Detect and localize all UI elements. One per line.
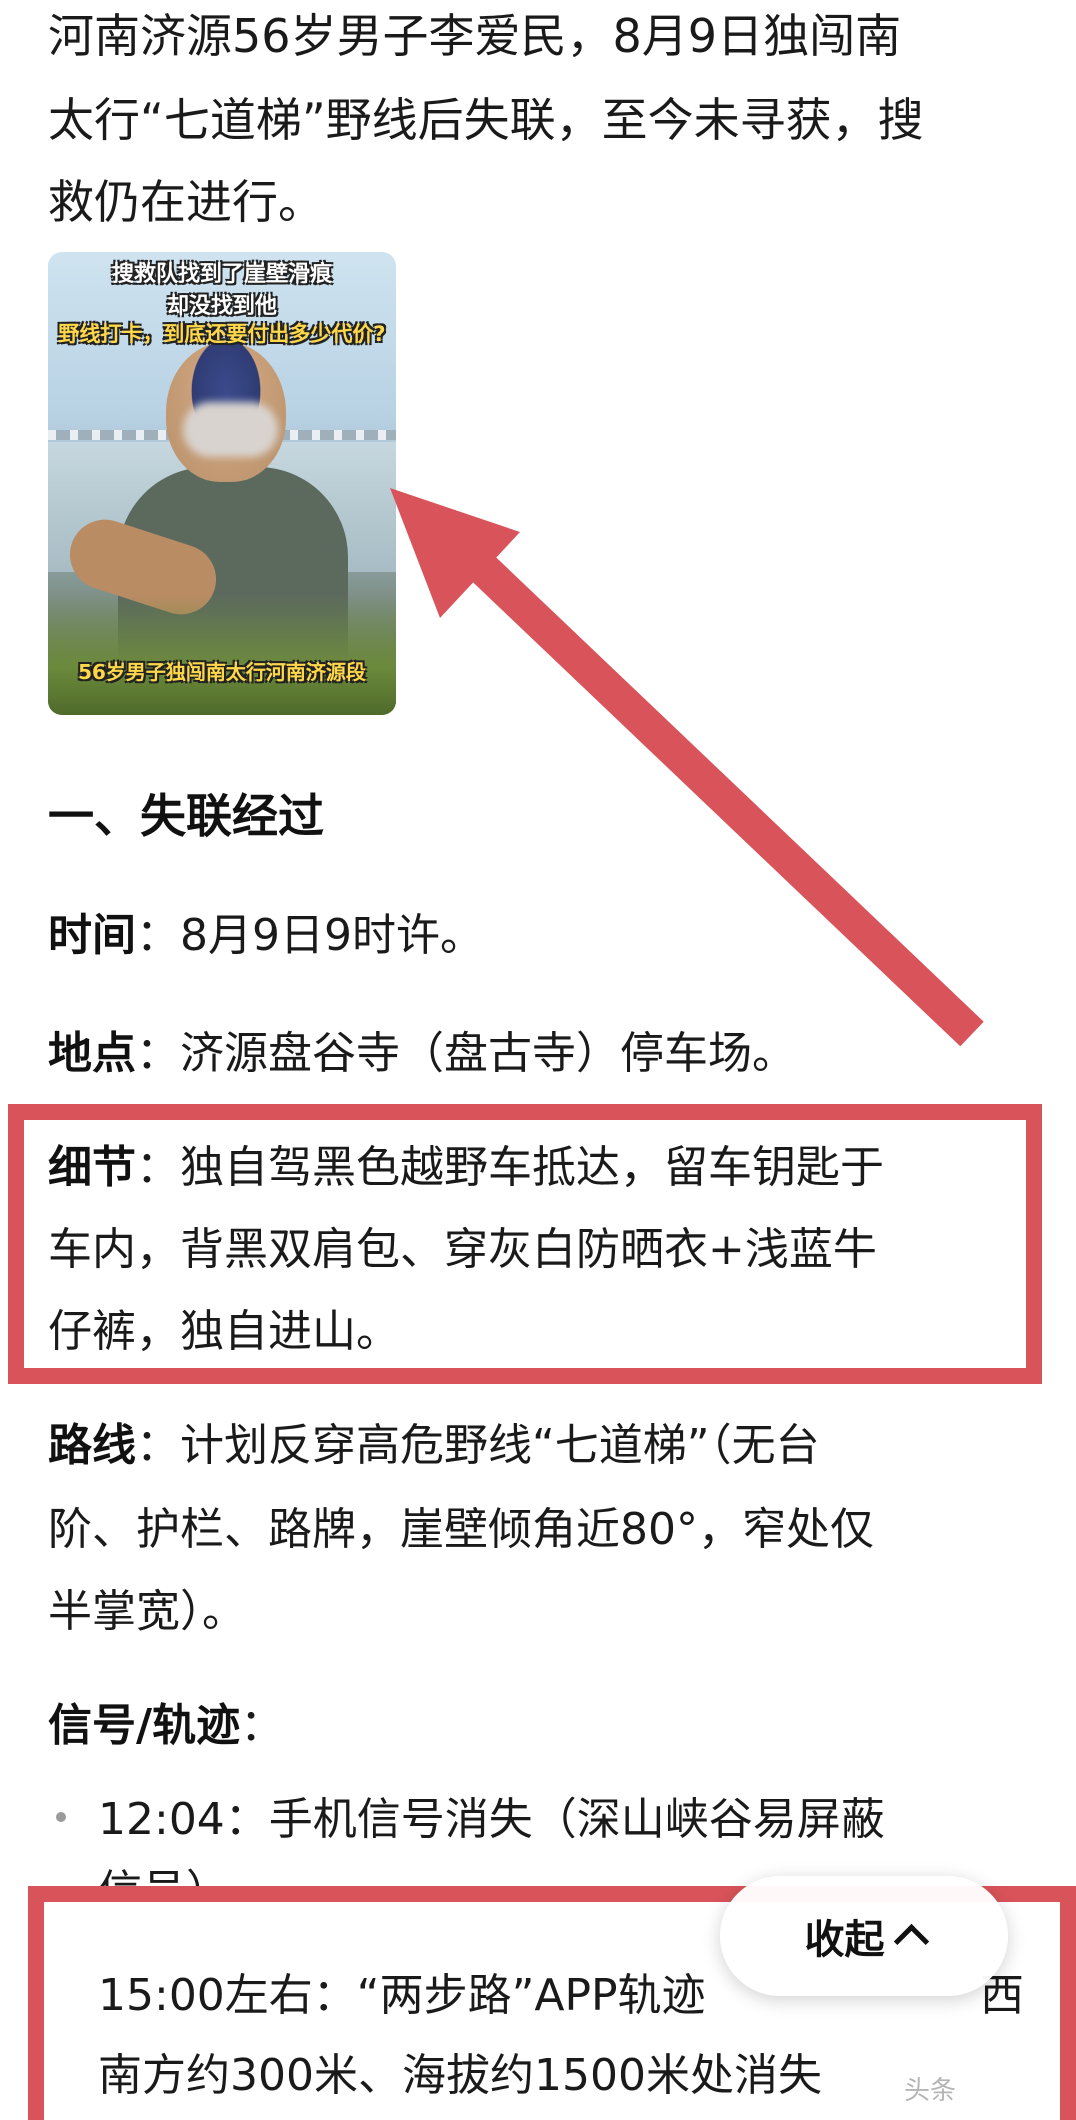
bullet1-line-1: 12:04：手机信号消失（深山峡谷易屏蔽 — [98, 1794, 885, 1845]
route-line-2: 阶、护栏、路牌，崖壁倾角近80°，窄处仅 — [48, 1504, 874, 1555]
photo-caption-3: 野线打卡，到底还要付出多少代价? — [58, 322, 386, 346]
photo-grass — [48, 595, 396, 715]
photo-face-blur — [183, 402, 278, 457]
place-label: 地点 — [48, 1028, 136, 1079]
time-row: 时间：8月9日9时许。 — [48, 906, 484, 966]
photo-caption-4: 56岁男子独闯南太行河南济源段 — [78, 660, 366, 684]
highlight-box-detail — [8, 1104, 1042, 1384]
place-value: ：济源盘谷寺（盘古寺）停车场。 — [136, 1028, 796, 1079]
route-line-3: 半掌宽）。 — [48, 1586, 246, 1637]
intro-line-2: 太行“七道梯”野线后失联，至今未寻获，搜 — [48, 93, 924, 147]
collapse-button[interactable]: 收起 — [720, 1876, 1008, 1996]
chevron-up-icon — [893, 1923, 929, 1959]
route-line-1: ：计划反穿高危野线“七道梯”（无台 — [136, 1420, 820, 1471]
article-page: 河南济源56岁男子李爱民，8月9日独闯南 太行“七道梯”野线后失联，至今未寻获，… — [0, 0, 1076, 2120]
place-row: 地点：济源盘谷寺（盘古寺）停车场。 — [48, 1024, 796, 1084]
signal-colon: ： — [240, 1700, 285, 1751]
section-heading: 一、失联经过 — [48, 789, 324, 843]
photo-caption-2: 却没找到他 — [166, 294, 277, 319]
intro-line-1: 河南济源56岁男子李爱民，8月9日独闯南 — [48, 9, 902, 63]
watermark: 头条 — [904, 2076, 957, 2106]
article-photo[interactable]: 搜救队找到了崖壁滑痕 却没找到他 野线打卡，到底还要付出多少代价? 56岁男子独… — [48, 252, 396, 715]
route-label: 路线 — [48, 1420, 136, 1471]
time-label: 时间 — [48, 910, 136, 961]
intro-line-3: 救仍在进行。 — [48, 175, 324, 229]
collapse-button-label: 收起 — [804, 1917, 885, 1963]
bullet-dot-1 — [56, 1812, 66, 1822]
route-row: 路线：计划反穿高危野线“七道梯”（无台 — [48, 1416, 820, 1476]
time-value: ：8月9日9时许。 — [136, 910, 484, 961]
signal-label: 信号/轨迹 — [48, 1700, 241, 1751]
photo-caption-1: 搜救队找到了崖壁滑痕 — [111, 262, 332, 287]
signal-row: 信号/轨迹： — [48, 1696, 284, 1756]
